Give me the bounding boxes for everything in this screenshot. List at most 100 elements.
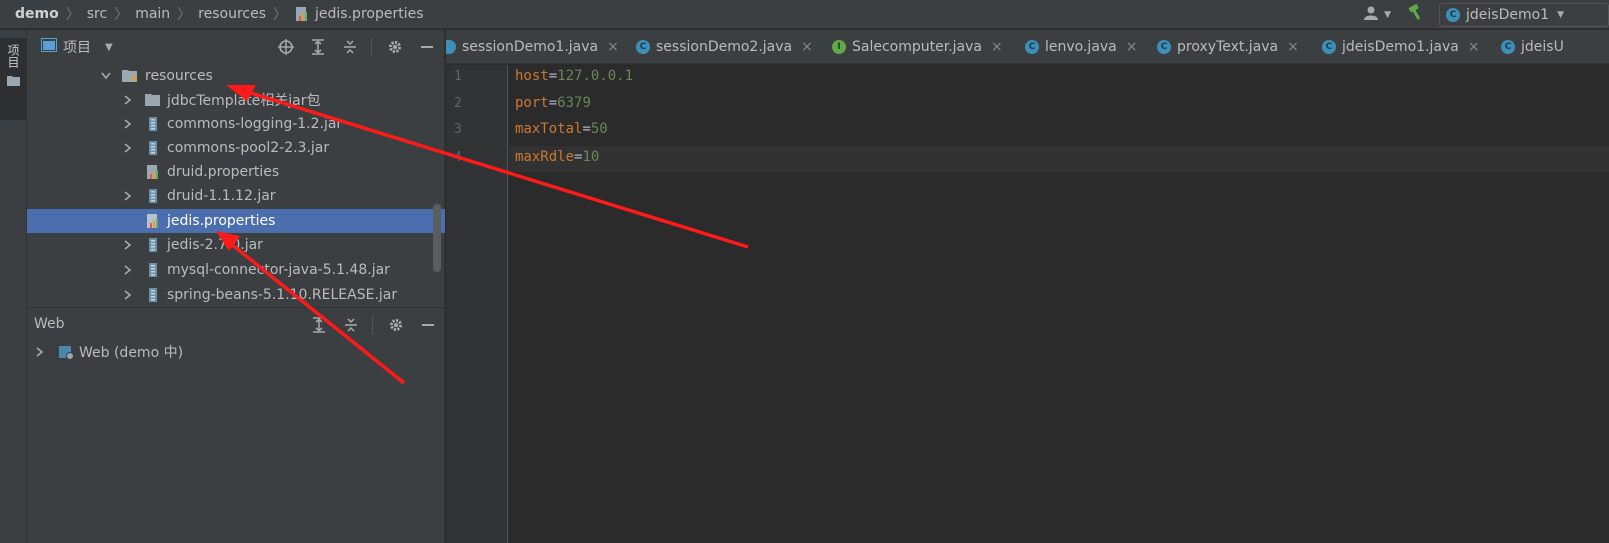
web-tree-item[interactable]: Web (demo 中) (27, 340, 445, 364)
code-line: port=6379 (515, 95, 591, 111)
tree-item-jar[interactable]: mysql-connector-java-5.1.48.jar (27, 258, 445, 282)
tree-item-label: jdbcTemplate相关jar包 (167, 93, 321, 109)
web-panel-header: Web (27, 307, 445, 339)
tree-item-label: spring-beans-5.1.10.RELEASE.jar (167, 287, 398, 303)
chevron-right-icon[interactable] (122, 118, 134, 130)
jar-icon (145, 116, 161, 132)
java-class-icon: C (1501, 40, 1515, 54)
breadcrumb-item-src[interactable]: src (87, 6, 107, 22)
tree-item-label: commons-logging-1.2.jar (167, 116, 343, 132)
tab-proxytext[interactable]: C proxyText.java × (1157, 30, 1299, 63)
project-view-icon (41, 38, 57, 56)
expand-all-icon[interactable] (309, 38, 327, 56)
collapse-all-icon[interactable] (341, 38, 359, 56)
view-selector-chevron-icon[interactable]: ▼ (105, 42, 113, 53)
chevron-right-icon[interactable] (122, 94, 134, 106)
tree-item-jar[interactable]: jedis-2.7.0.jar (27, 233, 445, 257)
tree-item-label: jedis.properties (167, 213, 276, 229)
breadcrumb-item-main[interactable]: main (135, 6, 170, 22)
property-key: host (515, 68, 549, 84)
navigation-bar: demo 〉 src 〉 main 〉 resources 〉 jedis.pr… (0, 0, 1609, 29)
web-tree-item-label: Web (demo 中) (79, 345, 184, 361)
close-icon[interactable]: × (1126, 39, 1138, 55)
run-configuration-label: jdeisDemo1 (1466, 6, 1550, 23)
collapse-all-icon[interactable] (342, 316, 360, 334)
properties-file-icon (294, 6, 310, 22)
project-tool-tab-label: 项目 (6, 44, 20, 68)
chevron-right-icon[interactable] (122, 289, 134, 301)
equals-sign: = (582, 121, 591, 137)
tree-item-resources[interactable]: resources (27, 64, 445, 88)
tab-jdeisu[interactable]: C jdeisU (1501, 30, 1564, 63)
jar-icon (145, 262, 161, 278)
jar-icon (145, 287, 161, 303)
close-icon[interactable]: × (1287, 39, 1299, 55)
gear-icon[interactable] (386, 38, 404, 56)
close-icon[interactable]: × (991, 39, 1003, 55)
project-tool-tab[interactable]: 项目 (0, 38, 27, 120)
property-value: 50 (590, 121, 608, 137)
property-value: 10 (582, 149, 600, 165)
tab-label: jdeisU (1521, 39, 1564, 55)
close-icon[interactable]: × (1468, 39, 1480, 55)
tree-scrollbar-thumb[interactable] (433, 204, 441, 272)
breadcrumb-item-demo[interactable]: demo (15, 6, 59, 22)
tab-lenvo[interactable]: C lenvo.java × (1025, 30, 1138, 63)
tab-salecomputer[interactable]: I Salecomputer.java × (832, 30, 1003, 63)
chevron-down-icon[interactable] (100, 70, 112, 82)
tree-item-jar[interactable]: commons-logging-1.2.jar (27, 112, 445, 136)
equals-sign: = (548, 68, 558, 84)
locate-target-icon[interactable] (277, 38, 295, 56)
project-panel: 项目 ▼ resources jdbcTemplate相关jar包 common… (27, 30, 445, 543)
tab-jdeisdemo1[interactable]: C jdeisDemo1.java × (1322, 30, 1480, 63)
java-class-icon (446, 40, 456, 54)
line-number: 2 (454, 96, 462, 111)
tree-item-jar[interactable]: spring-beans-5.1.10.RELEASE.jar (27, 283, 445, 307)
minimize-icon[interactable] (418, 38, 436, 56)
tab-label: jdeisDemo1.java (1342, 39, 1459, 55)
tab-sessiondemo2[interactable]: C sessionDemo2.java × (636, 30, 813, 63)
gear-icon[interactable] (387, 316, 405, 334)
property-key: maxRdle (515, 149, 575, 165)
java-class-icon: C (636, 40, 650, 54)
tab-sessiondemo1[interactable]: sessionDemo1.java × (446, 30, 619, 63)
property-value: 127.0.0.1 (557, 68, 634, 84)
tree-item-label: druid.properties (167, 164, 280, 180)
tab-label: lenvo.java (1045, 39, 1117, 55)
chevron-right-icon[interactable] (34, 346, 46, 358)
chevron-right-icon[interactable] (122, 239, 134, 251)
jar-icon (145, 188, 161, 204)
close-icon[interactable]: × (607, 39, 619, 55)
minimize-icon[interactable] (419, 316, 437, 334)
code-line: maxTotal=50 (515, 121, 608, 137)
folder-icon (145, 92, 161, 108)
expand-all-icon[interactable] (310, 316, 328, 334)
user-icon (1363, 5, 1381, 25)
close-icon[interactable]: × (801, 39, 813, 55)
breadcrumb-item-jedis-properties[interactable]: jedis.properties (315, 6, 423, 22)
chevron-right-icon[interactable] (122, 264, 134, 276)
java-runnable-class-icon: C (1322, 40, 1336, 54)
folder-resources-icon (122, 68, 138, 84)
toolbar-divider (371, 38, 372, 56)
tab-label: proxyText.java (1177, 39, 1279, 55)
user-menu-button[interactable]: ▼ (1363, 5, 1391, 25)
code-editor[interactable]: host=127.0.0.1 port=6379 maxTotal=50 max… (509, 65, 1609, 543)
chevron-down-icon: ▼ (1557, 9, 1564, 20)
tree-item-jar[interactable]: commons-pool2-2.3.jar (27, 136, 445, 160)
project-panel-title: 项目 (63, 40, 91, 56)
tree-item-folder[interactable]: jdbcTemplate相关jar包 (27, 88, 445, 112)
code-line: host=127.0.0.1 (515, 68, 633, 84)
chevron-right-icon[interactable] (122, 190, 134, 202)
breadcrumb-separator: 〉 (177, 7, 192, 23)
java-interface-icon: I (832, 40, 846, 54)
tree-item-properties[interactable]: druid.properties (27, 160, 445, 184)
build-hammer-icon[interactable] (1407, 3, 1425, 26)
breadcrumb-item-resources[interactable]: resources (198, 6, 266, 22)
tree-item-jar[interactable]: druid-1.1.12.jar (27, 184, 445, 208)
toolbar-divider (372, 316, 373, 334)
run-configuration-selector[interactable]: C jdeisDemo1 ▼ (1439, 2, 1609, 27)
line-number: 3 (454, 122, 462, 137)
chevron-right-icon[interactable] (122, 142, 134, 154)
tree-item-jedis-properties-selected[interactable]: jedis.properties (27, 209, 445, 233)
